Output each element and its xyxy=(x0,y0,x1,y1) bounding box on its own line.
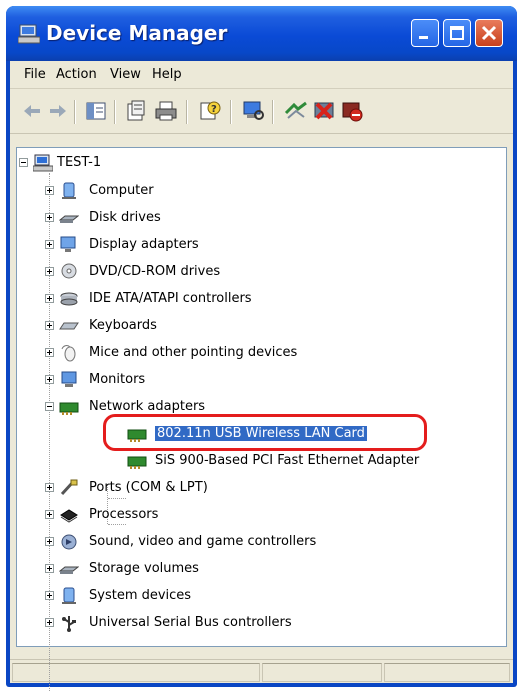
device-tree[interactable]: TEST-1 Computer Disk drives Display adap… xyxy=(16,147,507,691)
status-pane xyxy=(262,663,382,682)
device-ethernet-adapter[interactable]: SiS 900-Based PCI Fast Ethernet Adapter xyxy=(155,453,419,468)
mouse-icon xyxy=(61,345,76,362)
window-client-area: File Action View Help ? TEST-1 Computer … xyxy=(10,61,513,691)
display-adapter-icon xyxy=(60,236,76,252)
expand-toggle[interactable] xyxy=(45,618,54,627)
menu-view[interactable]: View xyxy=(110,67,141,82)
toolbar-separator xyxy=(186,100,188,124)
computer-icon xyxy=(62,182,76,199)
toolbar-separator xyxy=(114,100,116,124)
expand-toggle[interactable] xyxy=(45,510,54,519)
category-dvd-cdrom-drives[interactable]: DVD/CD-ROM drives xyxy=(89,264,220,279)
print-icon[interactable] xyxy=(154,99,178,123)
processor-icon xyxy=(60,509,78,523)
title-bar[interactable]: Device Manager xyxy=(6,6,517,61)
category-processors[interactable]: Processors xyxy=(89,507,158,522)
expand-toggle[interactable] xyxy=(45,267,54,276)
tree-root-label[interactable]: TEST-1 xyxy=(57,155,101,170)
maximize-icon xyxy=(450,26,464,40)
toolbar-separator xyxy=(272,100,274,124)
properties-icon[interactable] xyxy=(124,99,148,123)
expand-toggle[interactable] xyxy=(45,321,54,330)
port-icon xyxy=(60,479,78,496)
category-system-devices[interactable]: System devices xyxy=(89,588,191,603)
ethernet-adapter-icon xyxy=(127,456,147,469)
category-mice[interactable]: Mice and other pointing devices xyxy=(89,345,297,360)
forward-arrow-icon[interactable] xyxy=(46,99,70,123)
window-title: Device Manager xyxy=(46,21,228,45)
category-storage-volumes[interactable]: Storage volumes xyxy=(89,561,199,576)
computer-root-icon xyxy=(33,154,53,172)
scan-hardware-icon[interactable] xyxy=(242,99,266,123)
toolbar-separator xyxy=(74,100,76,124)
disable-device-icon[interactable] xyxy=(340,99,364,123)
toolbar: ? xyxy=(10,90,513,134)
category-ports[interactable]: Ports (COM & LPT) xyxy=(89,480,208,495)
category-sound-video-game[interactable]: Sound, video and game controllers xyxy=(89,534,316,549)
close-button[interactable] xyxy=(475,19,503,47)
menu-action[interactable]: Action xyxy=(56,67,97,82)
back-arrow-icon[interactable] xyxy=(20,99,44,123)
device-manager-window: Device Manager File Action View Help ? T… xyxy=(6,6,517,691)
category-display-adapters[interactable]: Display adapters xyxy=(89,237,199,252)
dvd-drive-icon xyxy=(61,263,77,279)
expand-toggle[interactable] xyxy=(45,591,54,600)
toolbar-separator xyxy=(230,100,232,124)
storage-volume-icon xyxy=(59,566,79,574)
expand-toggle[interactable] xyxy=(45,186,54,195)
show-hide-console-tree-icon[interactable] xyxy=(84,99,108,123)
minimize-icon xyxy=(419,36,428,39)
keyboard-icon xyxy=(59,322,79,330)
menu-bar: File Action View Help xyxy=(10,61,513,89)
category-network-adapters[interactable]: Network adapters xyxy=(89,399,205,414)
expand-toggle[interactable] xyxy=(45,213,54,222)
status-pane xyxy=(12,663,260,682)
sound-controller-icon xyxy=(61,534,77,550)
status-pane xyxy=(384,663,510,682)
uninstall-icon[interactable] xyxy=(312,99,336,123)
category-keyboards[interactable]: Keyboards xyxy=(89,318,157,333)
tree-connector xyxy=(108,524,126,525)
usb-controller-icon xyxy=(62,616,76,632)
collapse-toggle[interactable] xyxy=(45,402,54,411)
device-manager-icon xyxy=(18,24,40,44)
svg-text:?: ? xyxy=(211,104,217,115)
maximize-button[interactable] xyxy=(443,19,471,47)
menu-file[interactable]: File xyxy=(24,67,46,82)
tree-connector xyxy=(49,173,50,691)
disk-drive-icon xyxy=(59,215,79,223)
category-disk-drives[interactable]: Disk drives xyxy=(89,210,161,225)
expand-toggle[interactable] xyxy=(45,294,54,303)
category-computer[interactable]: Computer xyxy=(89,183,154,198)
expand-toggle[interactable] xyxy=(45,348,54,357)
expand-toggle[interactable] xyxy=(45,537,54,546)
category-ide-ata-controllers[interactable]: IDE ATA/ATAPI controllers xyxy=(89,291,252,306)
status-bar xyxy=(10,659,513,683)
help-icon[interactable]: ? xyxy=(198,99,222,123)
expand-toggle[interactable] xyxy=(45,483,54,492)
monitor-icon xyxy=(61,371,77,387)
category-monitors[interactable]: Monitors xyxy=(89,372,145,387)
system-device-icon xyxy=(62,587,76,604)
tree-connector xyxy=(108,498,126,499)
annotation-highlight-ring xyxy=(103,414,427,451)
expand-toggle[interactable] xyxy=(45,375,54,384)
expand-toggle[interactable] xyxy=(45,564,54,573)
collapse-root-toggle[interactable] xyxy=(19,158,28,167)
expand-toggle[interactable] xyxy=(45,240,54,249)
close-icon xyxy=(481,25,497,41)
menu-help[interactable]: Help xyxy=(152,67,182,82)
ide-controller-icon xyxy=(60,292,78,306)
minimize-button[interactable] xyxy=(411,19,439,47)
network-adapter-icon xyxy=(59,402,79,415)
category-usb-controllers[interactable]: Universal Serial Bus controllers xyxy=(89,615,292,630)
update-driver-icon[interactable] xyxy=(284,99,308,123)
